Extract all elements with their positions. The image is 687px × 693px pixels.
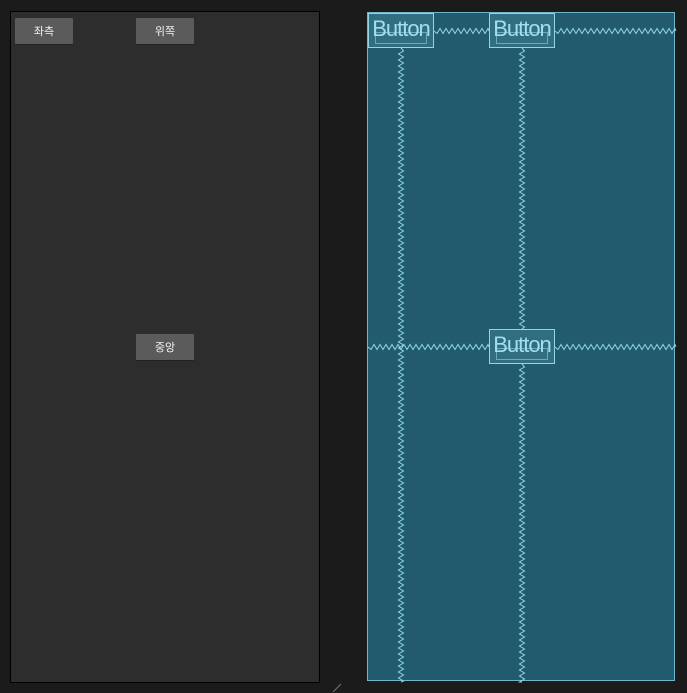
spring-h-center-2 (554, 343, 677, 351)
spring-v-top-to-center (518, 47, 526, 330)
top-button[interactable]: 위쪽 (136, 18, 194, 44)
spring-h-center-1 (367, 343, 490, 351)
blueprint-button-left[interactable]: Button (368, 13, 434, 48)
blueprint-button-top[interactable]: Button (489, 13, 555, 48)
spring-v-center-to-bottom (517, 363, 526, 683)
blueprint-button-label: Button (493, 16, 552, 41)
blueprint-surface: Button Button Button (367, 12, 677, 683)
spring-h-top-1 (433, 27, 490, 35)
spring-h-top-2 (554, 27, 677, 35)
center-button[interactable]: 중앙 (136, 334, 194, 360)
blueprint-button-label: Button (372, 16, 431, 41)
left-button[interactable]: 좌측 (15, 18, 73, 44)
blueprint-button-center[interactable]: Button (489, 329, 555, 364)
design-surface: 좌측 위쪽 중앙 (10, 11, 320, 683)
spring-v-left (397, 47, 405, 683)
blueprint-button-label: Button (493, 332, 552, 357)
